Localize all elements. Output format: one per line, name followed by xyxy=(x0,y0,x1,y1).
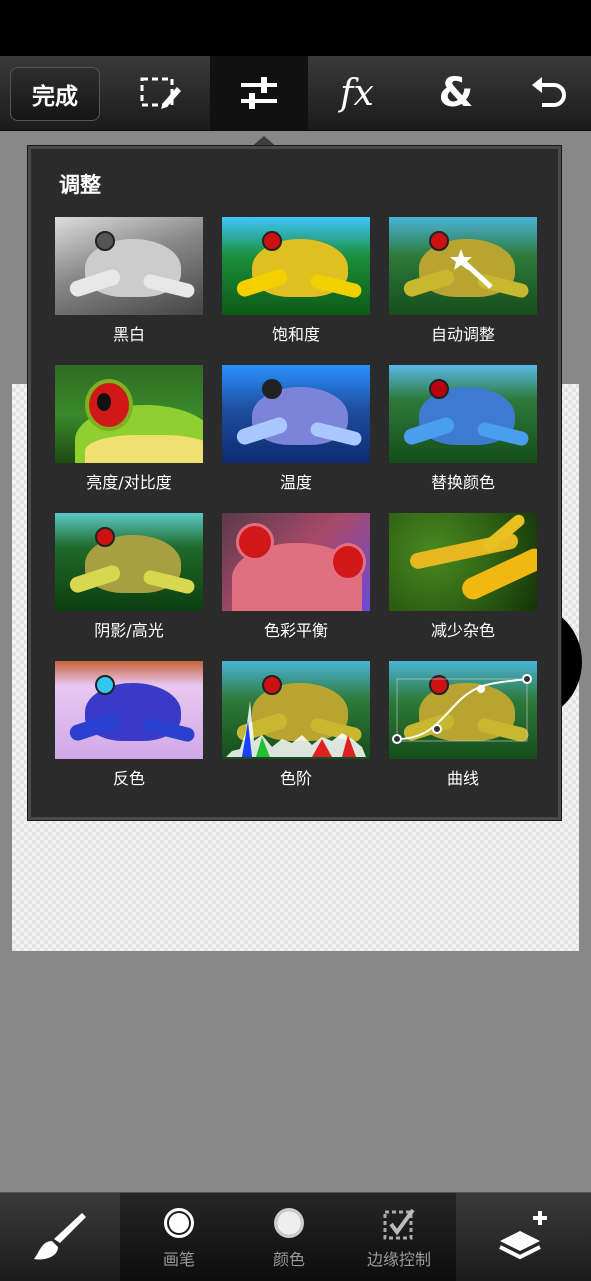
curves-label: 曲线 xyxy=(446,769,479,788)
levels-label: 色阶 xyxy=(279,769,312,788)
brush-label: 画笔 xyxy=(162,1250,195,1269)
brush-tool-button[interactable] xyxy=(0,1193,120,1281)
undo-button[interactable] xyxy=(506,56,591,130)
shadows-highlights-label: 阴影/高光 xyxy=(94,621,164,640)
undo-icon xyxy=(531,77,566,107)
adjustments-tool-button[interactable] xyxy=(210,56,308,130)
black-white-thumbnail xyxy=(55,217,203,315)
temperature-label: 温度 xyxy=(279,473,312,492)
black-white-label: 黑白 xyxy=(112,325,145,344)
edge-control-label: 边缘控制 xyxy=(366,1250,431,1269)
invert-label: 反色 xyxy=(112,769,145,788)
adjustment-reduce-noise[interactable]: 减少杂色 xyxy=(389,513,537,641)
auto-adjust-thumbnail xyxy=(389,217,537,315)
bottom-toolbar: 画笔 颜色 边缘控制 xyxy=(0,1192,591,1281)
shadows-highlights-thumbnail xyxy=(55,513,203,611)
adjustment-saturation[interactable]: 饱和度 xyxy=(222,217,370,345)
selection-edit-icon xyxy=(140,77,181,109)
adjustment-shadows-highlights[interactable]: 阴影/高光 xyxy=(55,513,203,641)
layers-button[interactable] xyxy=(456,1193,591,1281)
reduce-noise-label: 减少杂色 xyxy=(430,621,495,640)
adjustment-black-white[interactable]: 黑白 xyxy=(55,217,203,345)
brightness-contrast-thumbnail xyxy=(55,365,203,463)
edge-check-icon xyxy=(383,1208,415,1240)
color-balance-thumbnail xyxy=(222,513,370,611)
adjustment-replace-color[interactable]: 替换颜色 xyxy=(389,365,537,493)
adjustment-brightness-contrast[interactable]: 亮度/对比度 xyxy=(55,365,203,493)
brush-size-button[interactable]: 画笔 xyxy=(124,1193,234,1281)
histogram-icon xyxy=(226,701,366,757)
ampersand-icon: & xyxy=(438,70,474,116)
adjustments-panel: 调整 黑白 饱和度 自动调整 亮度/对比度 温度 替换颜色 阴影/高光 色彩平衡… xyxy=(28,146,561,820)
saturation-label: 饱和度 xyxy=(271,325,320,344)
replace-color-thumbnail xyxy=(389,365,537,463)
brightness-contrast-label: 亮度/对比度 xyxy=(86,473,172,492)
adjustment-auto[interactable]: 自动调整 xyxy=(389,217,537,345)
auto-adjust-label: 自动调整 xyxy=(430,325,495,344)
selection-tool-button[interactable] xyxy=(110,56,210,130)
color-circle-icon xyxy=(274,1208,304,1238)
edge-control-button[interactable]: 边缘控制 xyxy=(344,1193,454,1281)
invert-thumbnail xyxy=(55,661,203,759)
combine-tool-button[interactable]: & xyxy=(406,56,506,130)
color-button[interactable]: 颜色 xyxy=(234,1193,344,1281)
adjustment-curves[interactable]: 曲线 xyxy=(389,661,537,789)
levels-thumbnail xyxy=(222,661,370,759)
sliders-icon xyxy=(241,77,277,109)
curve-icon xyxy=(392,674,532,744)
status-bar xyxy=(0,0,591,56)
reduce-noise-thumbnail xyxy=(389,513,537,611)
brush-icon xyxy=(34,1213,86,1260)
brush-circle-icon xyxy=(164,1208,194,1238)
add-layer-icon xyxy=(498,1211,547,1260)
bottom-options: 画笔 颜色 边缘控制 xyxy=(120,1193,456,1281)
temperature-thumbnail xyxy=(222,365,370,463)
adjustment-color-balance[interactable]: 色彩平衡 xyxy=(222,513,370,641)
effects-tool-button[interactable]: fx xyxy=(308,56,406,130)
done-button[interactable]: 完成 xyxy=(10,67,100,121)
replace-color-label: 替换颜色 xyxy=(430,473,495,492)
color-balance-label: 色彩平衡 xyxy=(263,621,328,640)
panel-title: 调整 xyxy=(59,173,101,197)
curves-thumbnail xyxy=(389,661,537,759)
adjustment-temperature[interactable]: 温度 xyxy=(222,365,370,493)
fx-icon: fx xyxy=(340,72,374,114)
saturation-thumbnail xyxy=(222,217,370,315)
adjustment-invert[interactable]: 反色 xyxy=(55,661,203,789)
color-label: 颜色 xyxy=(272,1250,305,1269)
top-toolbar: 完成 fx & xyxy=(0,56,591,131)
magic-wand-icon xyxy=(450,249,493,289)
adjustment-levels[interactable]: 色阶 xyxy=(222,661,370,789)
